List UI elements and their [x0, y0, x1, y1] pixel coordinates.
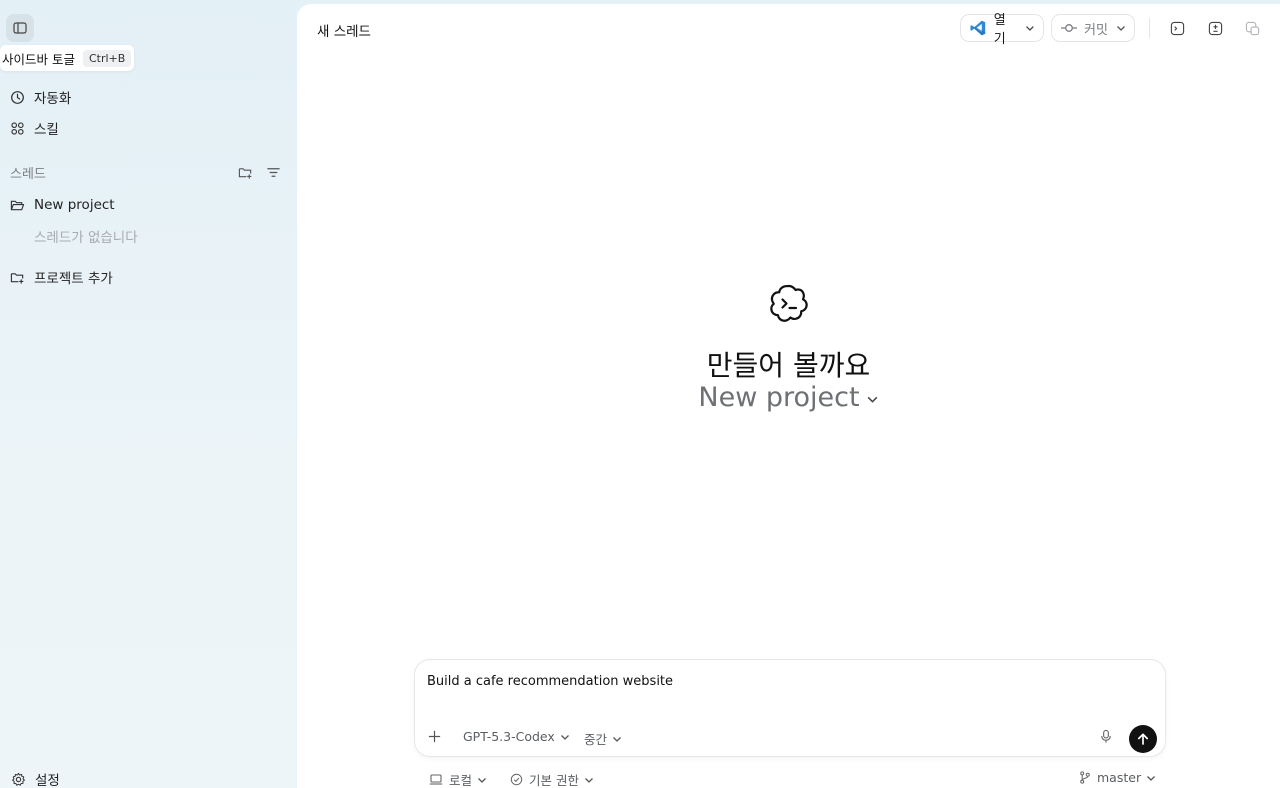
grid-icon [11, 121, 24, 135]
voice-input-button[interactable] [1099, 729, 1113, 744]
codex-logo-icon [767, 282, 811, 330]
tooltip-label: 사이드바 토글 [2, 51, 75, 67]
permissions-label: 기본 권한 [529, 773, 579, 788]
branch-selector[interactable]: master [1079, 770, 1156, 785]
popout-icon [1245, 21, 1259, 35]
laptop-icon [429, 774, 443, 785]
sidebar-icon [13, 22, 27, 34]
commit-label: 커밋 [1084, 22, 1108, 38]
popout-button[interactable] [1243, 19, 1261, 37]
project-name: New project [34, 197, 115, 213]
threads-section-label: 스레드 [10, 167, 46, 182]
model-selector[interactable]: GPT-5.3-Codex [463, 729, 570, 744]
chevron-down-icon [613, 736, 621, 742]
filter-button[interactable] [264, 163, 282, 181]
commit-button[interactable]: 커밋 [1051, 14, 1135, 42]
settings-label: 설정 [35, 773, 60, 788]
diff-icon [1208, 21, 1222, 35]
empty-threads-text: 스레드가 없습니다 [34, 230, 138, 246]
settings-button[interactable]: 설정 [11, 767, 60, 788]
composer-toolbar: GPT-5.3-Codex 중간 [415, 722, 1165, 753]
composer: Build a cafe recommendation website GPT-… [414, 659, 1166, 757]
project-selector-label: New project [698, 382, 860, 413]
chevron-down-icon [560, 734, 569, 740]
permissions-selector[interactable]: 기본 권한 [510, 770, 594, 788]
sidebar-toggle-button[interactable] [6, 14, 34, 42]
effort-label: 중간 [584, 732, 608, 747]
shield-icon [510, 773, 523, 786]
plus-icon [428, 730, 441, 743]
new-folder-button[interactable] [236, 163, 254, 181]
add-attachment-button[interactable] [427, 729, 442, 744]
folder-plus-icon [10, 272, 24, 284]
environment-label: 로컬 [449, 773, 473, 788]
terminal-icon [1170, 21, 1184, 35]
environment-selector[interactable]: 로컬 [429, 770, 487, 788]
open-in-editor-button[interactable]: 열기 [960, 13, 1044, 47]
open-label: 열기 [993, 13, 1006, 47]
chevron-down-icon [1147, 775, 1156, 781]
folder-open-icon [10, 200, 25, 210]
main-panel: 새 스레드 열기 커밋 만들어 볼까요 New project Build a … [297, 4, 1280, 788]
gear-icon [12, 772, 25, 786]
sidebar-toggle-tooltip: 사이드바 토글 Ctrl+B [0, 45, 134, 71]
project-item-new-project[interactable]: New project [10, 193, 115, 217]
hero-title: 만들어 볼까요 [706, 349, 871, 382]
chevron-down-icon [1026, 26, 1034, 31]
tooltip-shortcut: Ctrl+B [82, 49, 132, 67]
chevron-down-icon [867, 396, 877, 403]
terminal-button[interactable] [1168, 19, 1186, 37]
add-project-button[interactable]: 프로젝트 추가 [10, 265, 113, 289]
vscode-icon [970, 20, 986, 36]
arrow-up-icon [1137, 733, 1149, 745]
filter-icon [266, 167, 280, 177]
git-commit-icon [1061, 24, 1077, 32]
send-button[interactable] [1129, 725, 1157, 753]
add-project-label: 프로젝트 추가 [34, 271, 113, 287]
project-selector[interactable]: New project [297, 382, 1280, 413]
model-label: GPT-5.3-Codex [463, 729, 555, 744]
prompt-input[interactable]: Build a cafe recommendation website [427, 674, 673, 689]
thread-title: 새 스레드 [317, 24, 371, 40]
chevron-down-icon [1116, 26, 1125, 31]
branch-label: master [1097, 770, 1142, 785]
chevron-down-icon [478, 777, 486, 783]
reasoning-effort-selector[interactable]: 중간 [584, 729, 622, 748]
git-branch-icon [1080, 771, 1090, 784]
sidebar-item-automation[interactable]: 자동화 [10, 85, 71, 109]
chevron-down-icon [585, 777, 593, 783]
header-divider [1149, 18, 1150, 38]
clock-icon [11, 90, 24, 104]
sidebar-item-label: 자동화 [34, 91, 72, 107]
sidebar-item-skills[interactable]: 스킬 [10, 116, 59, 140]
folder-plus-icon [238, 167, 251, 179]
diff-button[interactable] [1206, 19, 1224, 37]
sidebar-item-label: 스킬 [34, 122, 59, 138]
microphone-icon [1101, 729, 1111, 743]
sidebar: 사이드바 토글 Ctrl+B 자동화 스킬 스레드 New project 스레… [0, 0, 296, 788]
